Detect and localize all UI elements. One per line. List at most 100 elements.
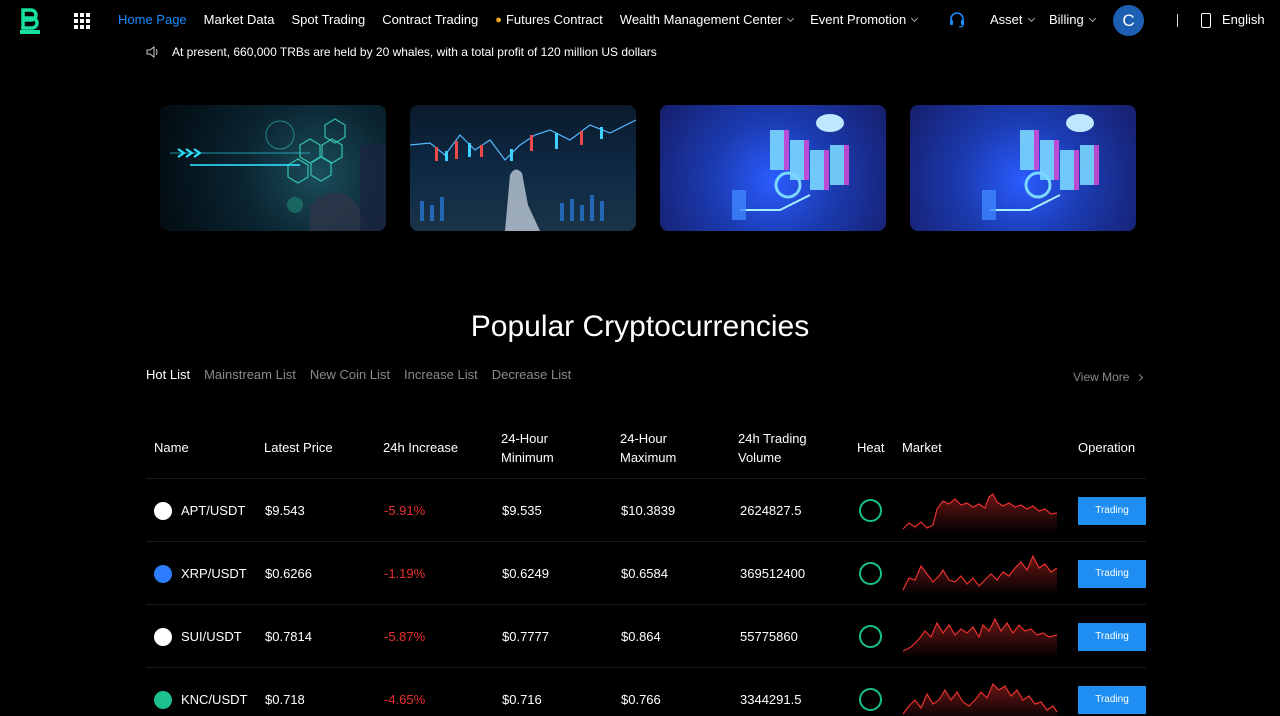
nav-wealth-management[interactable]: Wealth Management Center [619,12,795,27]
pair-name: XRP/USDT [181,566,247,581]
sparkline-area [903,618,1057,659]
operation-cell: Trading [1078,668,1146,716]
nav-spot-trading[interactable]: Spot Trading [291,12,365,27]
section-title: Popular Cryptocurrencies [470,310,810,343]
latest-price: $0.6266 [265,566,312,581]
chevron-down-icon [911,14,919,22]
tab-new-coin-list[interactable]: New Coin List [310,367,390,382]
operation-cell: Trading [1078,605,1146,668]
nav-item-label: Spot Trading [291,12,366,27]
banner-cloud-servers-2[interactable] [910,105,1136,231]
mobile-phone-icon[interactable] [1201,13,1211,28]
24h-maximum: $0.6584 [621,566,668,581]
logo-icon[interactable] [20,8,40,34]
24h-volume: 3344291.5 [740,692,802,707]
asset-menu[interactable]: Asset [990,12,1035,27]
tab-mainstream-list[interactable]: Mainstream List [204,367,296,382]
24h-maximum: $0.864 [621,629,661,644]
nav-home-page[interactable]: Home Page [118,12,187,27]
trading-button[interactable]: Trading [1078,559,1146,588]
operation-cell: Trading [1078,542,1146,605]
chevron-down-icon [787,14,795,22]
market-sparkline [901,479,1059,542]
24h-increase: -5.91% [384,503,426,518]
banner-cloud-servers[interactable] [660,105,886,231]
crypto-table: Name Latest Price 24h Increase 24-Hour M… [146,416,1146,716]
nav-item-label: Home Page [118,12,187,27]
24h-volume: 55775860 [740,629,798,644]
trading-button[interactable]: Trading [1078,496,1146,525]
chevron-down-icon [1027,14,1035,22]
header-name: Name [154,440,189,455]
view-more-label: View More [1073,370,1130,384]
pair-cell: KNC/USDT [154,668,247,716]
heat-indicator [859,479,882,542]
nav-futures-contract[interactable]: ● Futures Contract [495,12,602,27]
heat-indicator [859,668,882,716]
banner-illustration [170,118,386,231]
header-24h-maximum: 24-Hour Maximum [620,430,677,465]
sparkline-chart [902,492,1058,533]
operation-cell: Trading [1078,479,1146,542]
billing-label: Billing [1049,12,1084,27]
nav-market-data[interactable]: Market Data [204,12,275,27]
pair-name: SUI/USDT [181,629,242,644]
tab-hot-list[interactable]: Hot List [146,367,190,382]
language-selector[interactable]: English [1222,12,1265,27]
table-row[interactable]: APT/USDT $9.543 -5.91% $9.535 $10.3839 2… [146,479,1146,542]
apps-grid-icon[interactable] [74,13,90,29]
announcement-text: At present, 660,000 TRBs are held by 20 … [172,45,657,59]
nav-contract-trading[interactable]: Contract Trading [382,12,478,27]
headset-support-icon[interactable] [948,11,966,29]
pair-name: KNC/USDT [181,692,248,707]
avatar-letter: C [1122,10,1135,30]
tab-increase-list[interactable]: Increase List [404,367,478,382]
table-row[interactable]: KNC/USDT $0.718 -4.65% $0.716 $0.766 334… [146,668,1146,716]
24h-minimum: $9.535 [502,503,542,518]
heat-ring-icon [859,562,882,585]
avatar[interactable]: C [1113,5,1144,36]
market-sparkline [901,668,1059,716]
table-header: Name Latest Price 24h Increase 24-Hour M… [146,416,1146,479]
trading-button[interactable]: Trading [1078,622,1146,651]
heat-ring-icon [859,625,882,648]
market-sparkline [901,542,1059,605]
header-operation: Operation [1078,440,1136,455]
table-row[interactable]: SUI/USDT $0.7814 -5.87% $0.7777 $0.864 5… [146,605,1146,668]
announcement-bar[interactable]: At present, 660,000 TRBs are held by 20 … [146,45,657,59]
heat-ring-icon [859,688,882,711]
24h-maximum: $0.766 [621,692,661,707]
banner-trading-chart[interactable] [410,105,636,231]
header-latest-price: Latest Price [264,440,333,455]
latest-price: $9.543 [265,503,305,518]
banner-illustration [982,114,1099,220]
banner-hand-tech[interactable] [160,105,386,231]
nav-item-label: Event Promotion [810,12,907,27]
language-label: English [1222,12,1265,27]
fire-icon: ● [495,13,502,26]
trading-button[interactable]: Trading [1078,685,1146,714]
nav-item-label: Market Data [203,12,275,27]
chevron-down-icon [1088,14,1096,22]
banner-illustration [410,119,636,231]
table-row[interactable]: XRP/USDT $0.6266 -1.19% $0.6249 $0.6584 … [146,542,1146,605]
24h-volume: 2624827.5 [740,503,802,518]
billing-menu[interactable]: Billing [1049,12,1096,27]
nav-event-promotion[interactable]: Event Promotion [810,12,919,27]
list-tabs: Hot List Mainstream List New Coin List I… [146,367,585,382]
pair-name: APT/USDT [181,503,246,518]
view-more-link[interactable]: View More [1073,370,1144,384]
nav-item-label: Futures Contract [505,12,603,27]
speaker-icon [146,46,158,58]
tab-decrease-list[interactable]: Decrease List [492,367,571,382]
nav-item-label: Contract Trading [382,12,479,27]
xrp-icon [154,564,172,583]
heat-ring-icon [859,499,882,522]
24h-increase: -5.87% [384,629,426,644]
sparkline-chart [902,682,1058,716]
nav-item-label: Wealth Management Center [619,12,783,27]
header-heat: Heat [857,440,885,455]
sparkline-chart [902,617,1058,659]
pair-cell: APT/USDT [154,479,245,542]
nav-divider [1177,14,1178,27]
